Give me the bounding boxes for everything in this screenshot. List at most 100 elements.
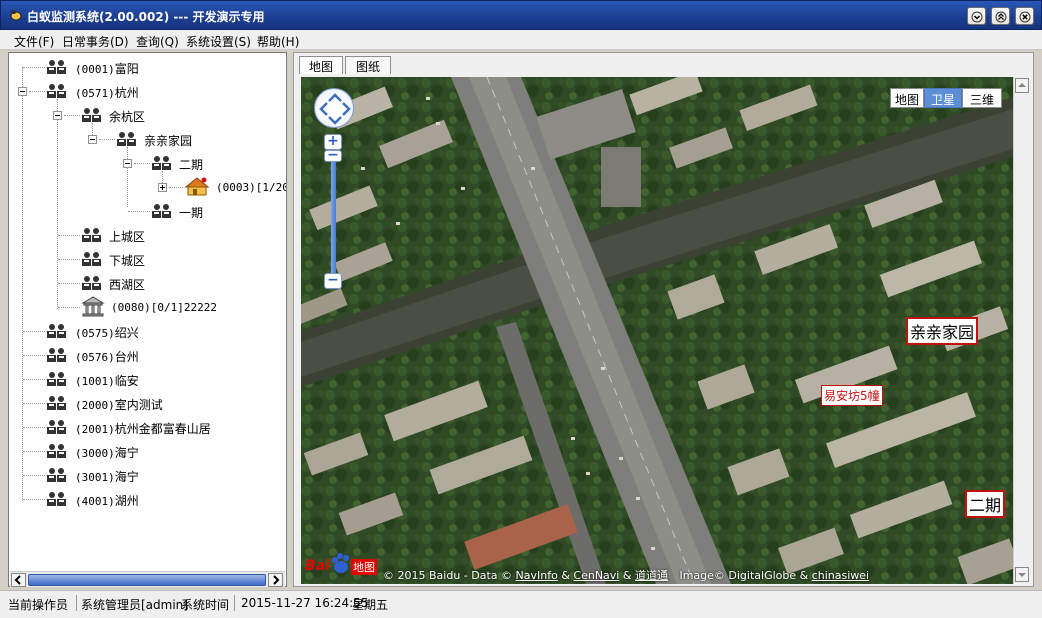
group-icon [47,372,66,386]
tree-node-label: 绍兴 [114,326,139,340]
map-vertical-scrollbar[interactable] [1013,77,1029,584]
group-icon [47,492,66,506]
copyright-image: Image© DigitalGlobe & [679,569,809,582]
paw-icon [332,553,349,573]
satellite-map[interactable]: + − − 地图 卫星 三维 亲亲家园 易安坊5幢 二期 Bai 地图 © 20… [301,77,1013,584]
window-title: 白蚁监测系统(2.00.002) --- 开发演示专用 [27,10,265,24]
map-type-map[interactable]: 地图 [890,88,924,108]
tree-node-huzhou[interactable]: (4001)湖州 [9,490,286,508]
map-pan-control[interactable] [314,88,354,128]
tree-node-monitor-point[interactable]: (0080)[0/1]22222 [9,296,286,317]
navinfo-link[interactable]: NavInfo [516,569,558,582]
tree-node-phase2[interactable]: 二期 [9,154,286,172]
scroll-left-button[interactable] [11,573,26,587]
daodaotong-link[interactable]: 道道通 [635,569,668,582]
group-icon [82,108,101,122]
map-type-3d[interactable]: 三维 [962,88,1002,108]
menu-bar: 文件(F) 日常事务(D) 查询(Q) 系统设置(S) 帮助(H) [0,30,1042,50]
tree-node-code: (0003)[1/20] [216,181,286,194]
chinasiwei-link[interactable]: chinasiwei [812,569,869,582]
house-icon [184,177,210,196]
minimize-button[interactable] [967,7,986,25]
map-copyright: © 2015 Baidu - Data © NavInfo & CenNavi … [383,567,869,583]
cennavi-link[interactable]: CenNavi [573,569,619,582]
tree-node-hangzhou[interactable]: (0571)杭州 [9,82,286,100]
tree-node-label: 西湖区 [109,278,146,292]
collapse-icon[interactable] [53,111,62,120]
collapse-icon[interactable] [88,135,97,144]
copyright-separator: & [622,569,632,582]
zoom-level-handle[interactable]: − [324,148,342,162]
zoom-slider[interactable]: + − − [324,134,342,289]
tree-node-code: (0080)[0/1] [111,301,184,314]
tree-node-jindu[interactable]: (2001)杭州金都富春山居 [9,418,286,436]
tree-node-haining-3001[interactable]: (3001)海宁 [9,466,286,484]
group-icon [47,324,66,338]
tree-node-label: 一期 [179,206,204,220]
tree-node-code: (0575) [75,327,115,340]
collapse-icon[interactable] [123,159,132,168]
zoom-track[interactable] [331,150,336,276]
copyright-prefix: © 2015 Baidu - Data © [383,569,513,582]
menu-help[interactable]: 帮助(H) [257,33,299,50]
baidu-logo-text: Bai [305,558,330,574]
tree-node-label: 海宁 [114,470,139,484]
menu-query[interactable]: 查询(Q) [136,33,179,50]
menu-file[interactable]: 文件(F) [14,33,54,50]
baidu-logo-map-text: 地图 [351,559,377,575]
tree-node-linan[interactable]: (1001)临安 [9,370,286,388]
tree-node-xihu[interactable]: 西湖区 [9,274,286,292]
restore-button[interactable] [991,7,1010,25]
menu-system-settings[interactable]: 系统设置(S) [186,33,251,50]
tree-horizontal-scrollbar[interactable] [10,571,285,587]
tree-node-shaoxing[interactable]: (0575)绍兴 [9,322,286,340]
group-icon [47,84,66,98]
tree-node-code: (1001) [75,375,115,388]
tree-node-yuhang[interactable]: 余杭区 [9,106,286,124]
copyright-separator: & [561,569,570,582]
tree-node-fuyang[interactable]: (0001)富阳 [9,58,286,76]
tree-node-taizhou[interactable]: (0576)台州 [9,346,286,364]
tree-node-label: 临安 [114,374,139,388]
title-bar: 白蚁监测系统(2.00.002) --- 开发演示专用 [0,0,1042,30]
zoom-out-button[interactable]: − [324,273,342,289]
collapse-icon[interactable] [18,87,27,96]
location-tree[interactable]: (0001)富阳 (0571)杭州 余杭区 亲亲家园 二期 (0003)[1/2… [9,53,286,570]
scroll-thumb[interactable] [28,574,266,586]
tree-node-label: 二期 [179,158,204,172]
system-time-value: 2015-11-27 16:24:55 [241,596,369,610]
group-icon [82,252,101,266]
app-icon [10,10,22,21]
system-time-label: 系统时间 [181,598,230,612]
map-label-phase2[interactable]: 二期 [965,490,1006,518]
menu-daily-affairs[interactable]: 日常事务(D) [62,33,129,50]
map-label-yian[interactable]: 易安坊5幢 [821,385,883,406]
map-type-satellite[interactable]: 卫星 [924,88,962,108]
tree-node-label: 室内测试 [114,398,163,412]
scroll-down-button[interactable] [1015,567,1029,582]
map-label-qinqin[interactable]: 亲亲家园 [906,317,979,345]
tree-node-phase1[interactable]: 一期 [9,202,286,220]
tree-node-label: 22222 [183,301,217,314]
tree-node-code: (2000) [75,399,115,412]
tab-map[interactable]: 地图 [299,56,343,74]
tree-node-code: (4001) [75,495,115,508]
tab-drawing[interactable]: 图纸 [345,56,391,74]
tree-node-qinqin[interactable]: 亲亲家园 [9,130,286,148]
tree-node-label: 杭州金都富春山居 [114,422,211,436]
tree-node-shangcheng[interactable]: 上城区 [9,226,286,244]
tree-node-indoor-test[interactable]: (2000)室内测试 [9,394,286,412]
expand-icon[interactable] [158,183,167,192]
tree-panel: (0001)富阳 (0571)杭州 余杭区 亲亲家园 二期 (0003)[1/2… [8,52,287,587]
tree-node-code: (3000) [75,447,115,460]
group-icon [117,132,136,146]
tree-node-xiacheng[interactable]: 下城区 [9,250,286,268]
group-icon [47,444,66,458]
tree-node-code: (2001) [75,423,115,436]
scroll-right-button[interactable] [268,573,283,587]
tree-node-haining-3000[interactable]: (3000)海宁 [9,442,286,460]
close-button[interactable] [1015,7,1034,25]
tree-node-device[interactable]: (0003)[1/20] [9,177,286,196]
scroll-up-button[interactable] [1015,78,1029,93]
tree-node-label: 台州 [114,350,139,364]
